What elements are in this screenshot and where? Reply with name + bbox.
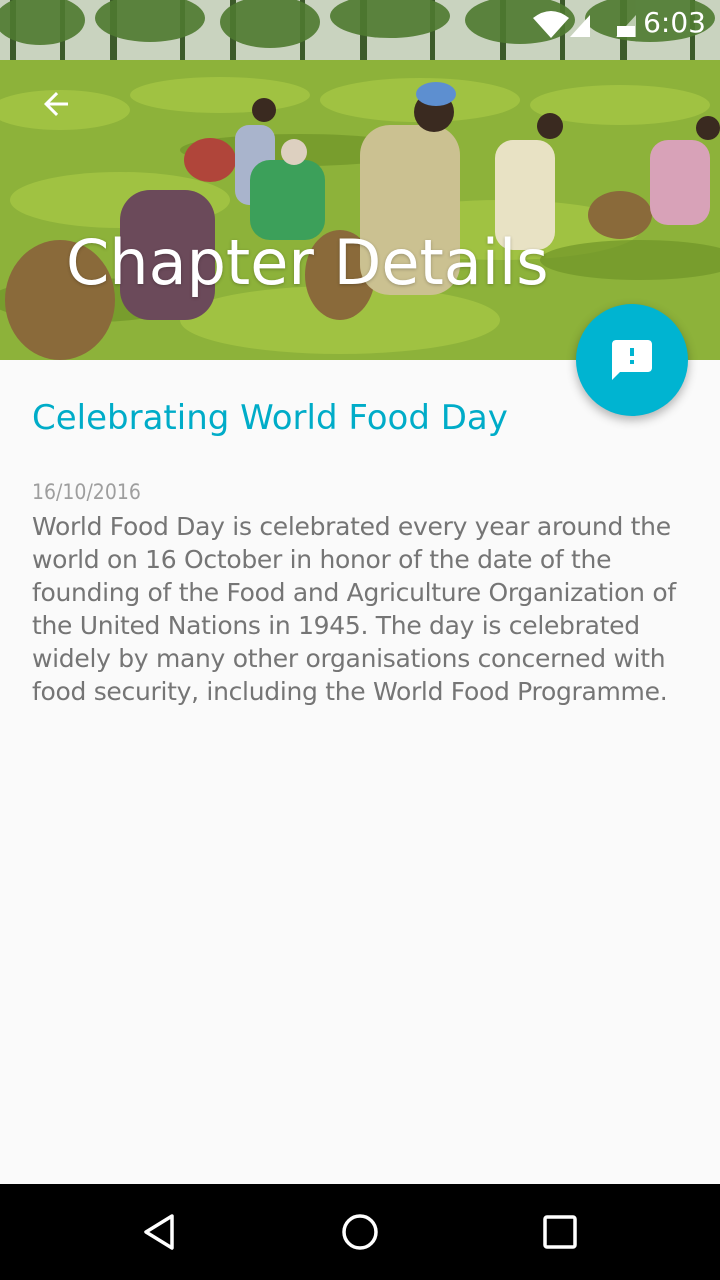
nav-home-button[interactable] — [300, 1184, 420, 1280]
article-title: Celebrating World Food Day — [32, 398, 508, 438]
article-body: World Food Day is celebrated every year … — [32, 512, 676, 706]
status-time: 6:03 — [643, 6, 706, 39]
wifi-icon — [533, 11, 569, 38]
tea-field-illustration — [0, 0, 720, 360]
feedback-icon — [612, 340, 652, 380]
battery-icon — [616, 15, 636, 37]
back-button[interactable] — [28, 76, 84, 132]
page-title: Chapter Details — [66, 226, 549, 299]
home-circle-icon — [342, 1214, 378, 1250]
cellular-signal-icon — [570, 15, 590, 37]
feedback-fab-button[interactable] — [576, 304, 688, 416]
nav-back-button[interactable] — [100, 1184, 220, 1280]
recents-square-icon — [543, 1215, 577, 1249]
article-content: Celebrating World Food Day 16/10/2016 Wo… — [32, 396, 692, 708]
article-date: 16/10/2016 — [32, 480, 141, 504]
status-bar: 6:03 — [0, 0, 720, 48]
arrow-back-icon — [44, 92, 68, 116]
navigation-bar — [0, 1184, 720, 1280]
header-image: 6:03 Chapter Details — [0, 0, 720, 360]
back-triangle-icon — [144, 1214, 174, 1250]
nav-recents-button[interactable] — [500, 1184, 620, 1280]
